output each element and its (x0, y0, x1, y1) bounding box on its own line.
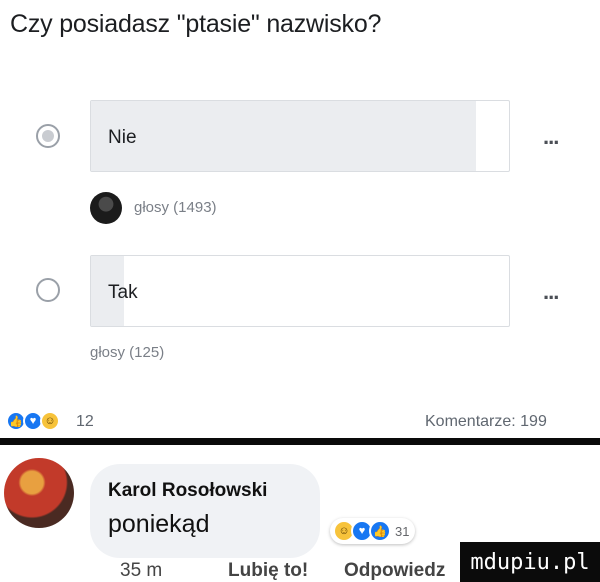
comment-text: poniekąd (108, 510, 210, 538)
comment-reply-button[interactable]: Odpowiedz (344, 560, 445, 582)
option-nie-bar[interactable]: Nie (90, 100, 510, 172)
comment-reaction-count: 31 (395, 523, 410, 539)
option-tak-more-button[interactable]: ... (543, 279, 559, 305)
post-reactions[interactable]: 👍 ♥ ☺ (6, 411, 60, 431)
option-nie-label: Nie (108, 127, 137, 148)
comment-reactions[interactable]: ☺ ♥ 👍 31 (330, 518, 416, 544)
reaction-count[interactable]: 12 (76, 413, 94, 431)
section-divider (0, 438, 600, 445)
option-nie-radio[interactable] (36, 124, 60, 148)
comments-count[interactable]: Komentarze: 199 (425, 413, 547, 431)
comment-bubble: Karol Rosołowski poniekąd (90, 464, 320, 558)
option-nie-votes[interactable]: głosy (1493) (134, 199, 217, 216)
option-nie-fill (91, 101, 476, 171)
option-tak-votes[interactable]: głosy (125) (90, 344, 164, 361)
watermark-logo: mdupiu.pl (460, 542, 600, 582)
poll-question: Czy posiadasz "ptasie" nazwisko? (10, 10, 382, 38)
option-tak-label: Tak (108, 282, 138, 303)
like-icon: 👍 (369, 520, 391, 542)
voter-avatar[interactable] (90, 192, 122, 224)
option-tak-radio[interactable] (36, 278, 60, 302)
option-tak-bar[interactable]: Tak (90, 255, 510, 327)
comment-author[interactable]: Karol Rosołowski (108, 480, 267, 502)
option-nie-more-button[interactable]: ... (543, 124, 559, 150)
comment-time[interactable]: 35 m (120, 560, 162, 582)
comment-like-button[interactable]: Lubię to! (228, 560, 308, 582)
haha-icon: ☺ (40, 411, 60, 431)
commenter-avatar[interactable] (4, 458, 74, 528)
